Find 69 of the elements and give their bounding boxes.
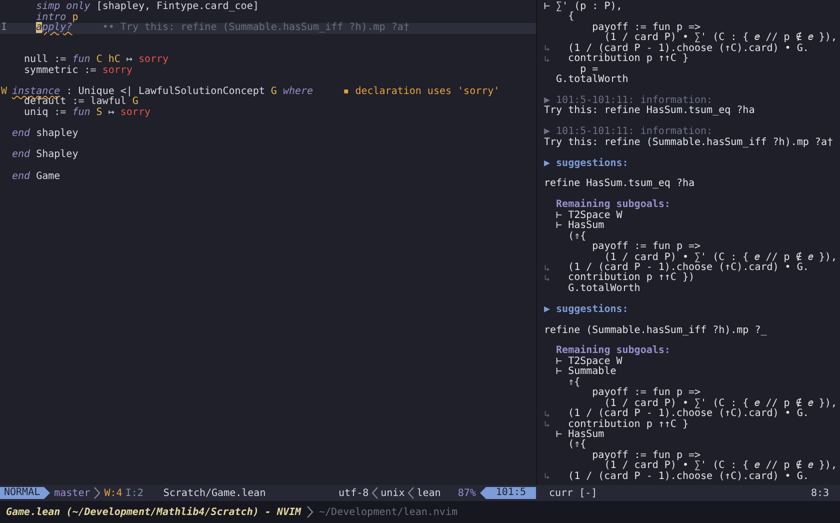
infoview-line: refine (Summable.hasSum_iff ?h).mp ?_ [544,326,767,336]
git-branch: master [54,488,90,498]
infoview-line: (1 / (card P - 1).choose (↑C).card) • G. [567,472,809,482]
infoview-line: (1 / card P) • ∑' (C : { 𝑒 // p ∉ 𝑒 }), [604,33,837,44]
infoview-line: (1 / (card P - 1).choose (↑C).card) • G. [567,409,809,420]
infoview-line: G.totalWorth [555,75,628,86]
infoview-line: contribution p ↑↑C }) [567,273,694,284]
code-line: default := lawful G [23,97,138,108]
chevron-icon [408,487,414,499]
infoview-line: ▶ 101:5-101:11: information: [544,127,713,138]
infoview-line: Remaining subgoals: [555,346,670,356]
infoview-line: (1 / card P) • ∑' (C : { 𝑒 // p ∉ 𝑒 }), [604,252,837,262]
file-encoding: utf-8 [338,488,369,498]
chevron-icon [307,506,314,518]
file-type: lean [416,488,441,498]
code-line: null := fun C hC ↦ sorry [23,54,169,65]
buffer-name: curr [-] [549,488,598,498]
chevron-icon [94,487,100,499]
window-title: Game.lean (~/Development/Mathlib4/Scratch) - NVIM [6,506,302,518]
file-format: unix [380,488,405,498]
scroll-percent: 87% [458,488,476,498]
chevron-icon [44,487,50,499]
infoview-line: G.totalWorth [567,284,640,294]
code-line: uniq := fun S ↦ sorry [23,108,150,119]
code-line: instance : Unique <| LawfulSolutionConcept G where ▪ declaration uses 'sorry' [12,86,500,97]
code-line: apply? •• Try this: refine (Summable.hasSum_iff ?h).mp ?a† [35,23,410,34]
infoview-line: (⇑{ [567,232,586,242]
code-line: intro p [35,12,78,23]
infoview-line: { [567,12,574,23]
infoview-line: payoff := fun p => [591,388,701,398]
infoview-line: ▶ 101:5-101:11: information: [544,96,713,106]
infoview-line: Try this: refine (Summable.hasSum_iff ?h).mp ?a† [544,138,833,148]
infoview-line: payoff := fun p => [591,242,701,252]
infoview-line: ⊢ HasSum [555,221,604,232]
code-line: symmetric := sorry [23,66,132,76]
infoview-line: ⊢ Summable [555,367,616,378]
infoview-line: payoff := fun p => [591,450,701,461]
infoview-line: ▶ suggestions: [544,158,628,170]
infoview-line: (⇑{ [567,440,586,451]
infoview-line: (1 / card P) • ∑' (C : { 𝑒 // p ∉ 𝑒 }), [604,398,837,409]
infoview-line: payoff := fun p => [591,22,701,33]
chevron-icon [480,487,486,499]
infoview-line: (1 / card P) • ∑' (C : { 𝑒 // p ∉ 𝑒 }), [604,461,837,472]
infoview-line: p = [580,64,598,75]
infoview-line: ⊢ ∑' (p : P), [544,2,622,12]
infoview-line: (1 / (card P - 1).choose (↑C).card) • G. [567,262,809,273]
infoview-line: Remaining subgoals: [555,200,670,210]
infoview-line: contribution p ↑↑C } [567,420,688,430]
cursor-position: 8:3 [810,488,829,498]
infoview-line: ▶ suggestions: [544,304,628,316]
gutter-sign: I [0,22,8,34]
infoview-line: ⊢ T2Space W [555,210,622,221]
infoview-line: ⊢ HasSum [555,430,604,440]
code-line: end Shapley [12,150,78,161]
warning-count: W:4 [104,488,122,498]
file-path: Scratch/Game.lean [163,488,266,498]
code-line: end Game [12,172,60,182]
gutter-sign: W [0,86,8,97]
infoview-line: Try this: refine HasSum.tsum_eq ?ha [544,106,755,117]
info-count: I:2 [125,488,144,498]
infoview-line: ⇑{ [567,378,580,388]
directory-path: ~/Development/lean.nvim [319,506,458,518]
code-line: simp only [shapley, Fintype.card_coe] [35,2,259,12]
infoview-line: contribution p ↑↑C } [567,54,688,65]
code-line: end shapley [12,129,78,140]
chevron-icon [372,487,378,499]
infoview-line: (1 / (card P - 1).choose (↑C).card) • G. [567,44,809,54]
infoview-line: ⊢ T2Space W [555,356,622,367]
infoview-line: refine HasSum.tsum_eq ?ha [544,179,695,190]
